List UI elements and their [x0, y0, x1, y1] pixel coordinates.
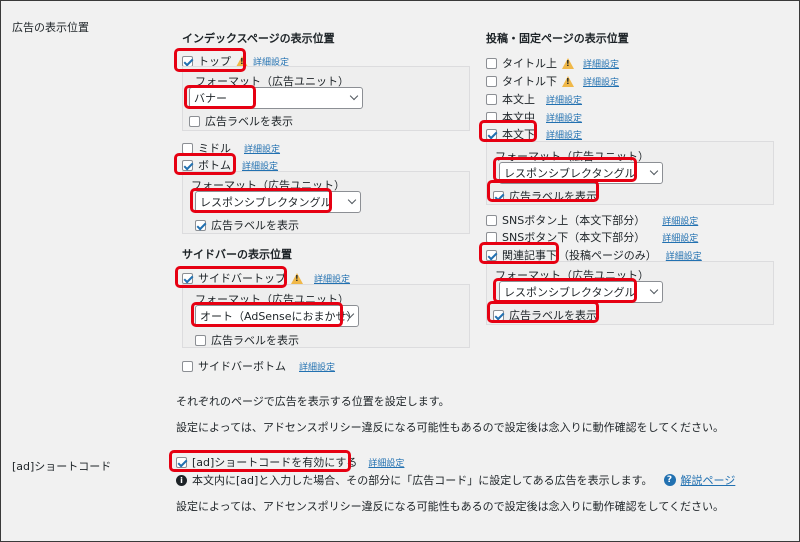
sidebar-top-checkbox[interactable]	[182, 272, 193, 284]
content-bottom-checkbox[interactable]	[486, 128, 497, 140]
ad-label-text: 広告ラベルを表示	[509, 309, 597, 322]
shortcode-label: [ad]ショートコードを有効にする	[192, 456, 358, 469]
help-icon: ?	[663, 474, 676, 486]
sns-top-label: SNSボタン上（本文下部分）	[502, 214, 646, 227]
content-bottom-detail-link[interactable]: 詳細設定	[546, 128, 582, 141]
ad-label-text: 広告ラベルを表示	[205, 115, 293, 128]
index-heading: インデックスページの表示位置	[182, 32, 335, 45]
title-top-detail-link[interactable]: 詳細設定	[583, 57, 619, 70]
select-value: バナー	[194, 92, 227, 105]
sidebar-top-format-select[interactable]: オート（AdSenseにおまかせ）	[195, 305, 359, 327]
ad-label-text: 広告ラベルを表示	[211, 334, 299, 347]
select-value: レスポンシブレクタングル	[504, 286, 636, 299]
warning-icon	[562, 75, 574, 87]
index-middle-checkbox[interactable]	[182, 142, 193, 154]
shortcode-checkbox[interactable]	[176, 456, 187, 468]
shortcode-detail-link[interactable]: 詳細設定	[368, 456, 404, 469]
shortcode-help-link[interactable]: 解説ページ	[681, 472, 736, 488]
chevron-down-icon	[347, 195, 357, 205]
warning-icon	[562, 57, 574, 69]
shortcode-warning: 設定によっては、アドセンスポリシー違反になる可能性もあるので設定後は念入りに動作…	[176, 500, 725, 513]
post-heading: 投稿・固定ページの表示位置	[486, 32, 629, 45]
index-bottom-ad-label-option: 広告ラベルを表示	[195, 217, 299, 233]
index-top-ad-label-option: 広告ラベルを表示	[189, 113, 293, 129]
index-top-checkbox[interactable]	[182, 55, 193, 67]
content-bottom-ad-label-checkbox[interactable]	[493, 190, 504, 202]
shortcode-info-text: 本文内に[ad]と入力した場合、その部分に「広告コード」に設定してある広告を表示…	[192, 474, 653, 487]
content-middle-checkbox[interactable]	[486, 111, 497, 123]
ad-position-warning: 設定によっては、アドセンスポリシー違反になる可能性もあるので設定後は念入りに動作…	[176, 421, 725, 434]
content-top-checkbox[interactable]	[486, 93, 497, 105]
sidebar-bottom-checkbox[interactable]	[182, 360, 193, 372]
related-ad-label-checkbox[interactable]	[493, 309, 504, 321]
sidebar-bottom-label: サイドバーボトム	[198, 360, 286, 373]
index-bottom-ad-label-checkbox[interactable]	[195, 219, 206, 231]
index-top-ad-label-checkbox[interactable]	[189, 115, 200, 127]
content-bottom-option: 本文下 詳細設定	[486, 126, 582, 142]
sns-bottom-label: SNSボタン下（本文下部分）	[502, 231, 646, 244]
sidebar-bottom-detail-link[interactable]: 詳細設定	[299, 360, 335, 373]
related-format-panel: フォーマット（広告ユニット） レスポンシブレクタングル 広告ラベルを表示	[486, 261, 774, 325]
index-bottom-checkbox[interactable]	[182, 159, 193, 171]
shortcode-option: [ad]ショートコードを有効にする 詳細設定	[176, 454, 404, 470]
index-middle-option: ミドル 詳細設定	[182, 140, 280, 156]
related-checkbox[interactable]	[486, 249, 497, 261]
title-top-option: タイトル上 詳細設定	[486, 55, 619, 71]
sns-top-option: SNSボタン上（本文下部分） 詳細設定	[486, 212, 698, 228]
title-bottom-option: タイトル下 詳細設定	[486, 73, 619, 89]
title-bottom-detail-link[interactable]: 詳細設定	[583, 75, 619, 88]
index-bottom-detail-link[interactable]: 詳細設定	[242, 159, 278, 172]
content-top-option: 本文上 詳細設定	[486, 91, 582, 107]
content-bottom-format-select[interactable]: レスポンシブレクタングル	[499, 162, 663, 184]
shortcode-info: i 本文内に[ad]と入力した場合、その部分に「広告コード」に設定してある広告を…	[176, 472, 735, 488]
sns-top-detail-link[interactable]: 詳細設定	[662, 214, 698, 227]
content-middle-label: 本文中	[502, 111, 535, 124]
warning-icon	[236, 55, 248, 67]
related-format-select[interactable]: レスポンシブレクタングル	[499, 281, 663, 303]
index-top-format-select[interactable]: バナー	[189, 87, 363, 109]
ad-label-text: 広告ラベルを表示	[211, 219, 299, 232]
chevron-down-icon	[649, 285, 659, 295]
content-middle-detail-link[interactable]: 詳細設定	[546, 111, 582, 124]
chevron-down-icon	[349, 91, 359, 101]
sns-bottom-option: SNSボタン下（本文下部分） 詳細設定	[486, 229, 698, 245]
content-bottom-ad-label-option: 広告ラベルを表示	[493, 188, 597, 204]
sidebar-heading: サイドバーの表示位置	[182, 248, 292, 261]
content-top-label: 本文上	[502, 93, 535, 106]
title-bottom-checkbox[interactable]	[486, 75, 497, 87]
sns-bottom-detail-link[interactable]: 詳細設定	[662, 231, 698, 244]
index-middle-label: ミドル	[198, 142, 231, 155]
select-value: オート（AdSenseにおまかせ）	[200, 310, 358, 323]
sidebar-top-ad-label-option: 広告ラベルを表示	[195, 332, 299, 348]
content-middle-option: 本文中 詳細設定	[486, 109, 582, 125]
index-bottom-format-panel: フォーマット（広告ユニット） レスポンシブレクタングル 広告ラベルを表示	[182, 171, 470, 234]
chevron-down-icon	[649, 166, 659, 176]
select-value: レスポンシブレクタングル	[504, 167, 636, 180]
content-top-detail-link[interactable]: 詳細設定	[546, 93, 582, 106]
ad-position-description: それぞれのページで広告を表示する位置を設定します。	[176, 395, 450, 408]
sns-top-checkbox[interactable]	[486, 214, 497, 226]
index-bottom-format-select[interactable]: レスポンシブレクタングル	[195, 191, 361, 213]
shortcode-row-label: [ad]ショートコード	[12, 460, 112, 473]
related-detail-link[interactable]: 詳細設定	[666, 249, 702, 262]
sidebar-bottom-option: サイドバーボトム 詳細設定	[182, 358, 335, 374]
title-top-checkbox[interactable]	[486, 57, 497, 69]
title-top-label: タイトル上	[502, 57, 557, 70]
content-bottom-format-panel: フォーマット（広告ユニット） レスポンシブレクタングル 広告ラベルを表示	[486, 141, 774, 205]
sidebar-top-format-panel: フォーマット（広告ユニット） オート（AdSenseにおまかせ） 広告ラベルを表…	[182, 284, 470, 348]
ad-label-text: 広告ラベルを表示	[509, 190, 597, 203]
ad-position-row-label: 広告の表示位置	[12, 21, 89, 34]
sidebar-top-detail-link[interactable]: 詳細設定	[314, 272, 350, 285]
index-middle-detail-link[interactable]: 詳細設定	[244, 142, 280, 155]
index-top-format-panel: フォーマット（広告ユニット） バナー 広告ラベルを表示	[182, 66, 470, 131]
warning-icon	[291, 272, 303, 284]
sidebar-top-ad-label-checkbox[interactable]	[195, 334, 206, 346]
select-value: レスポンシブレクタングル	[200, 196, 332, 209]
related-ad-label-option: 広告ラベルを表示	[493, 307, 597, 323]
info-icon: i	[176, 474, 187, 486]
sns-bottom-checkbox[interactable]	[486, 231, 497, 243]
content-bottom-label: 本文下	[502, 128, 535, 141]
title-bottom-label: タイトル下	[502, 75, 557, 88]
